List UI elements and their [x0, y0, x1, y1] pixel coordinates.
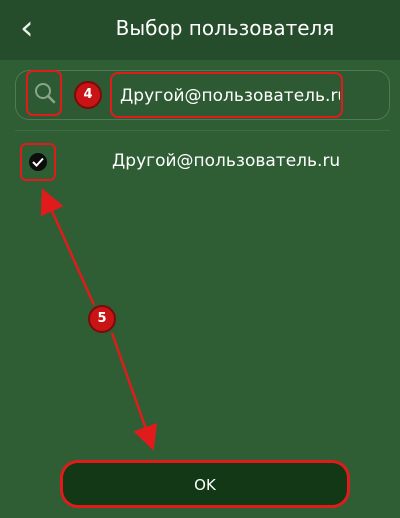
annotation-arrow-down	[110, 332, 158, 451]
ok-button[interactable]: OK	[60, 460, 350, 508]
annotation-arrows	[40, 188, 158, 451]
annotation-arrow-up	[40, 188, 96, 306]
ok-button-label: OK	[194, 476, 216, 494]
step-badge-5: 5	[88, 305, 116, 333]
user-select-screen: ‹ Выбор пользователя 4 Другой@пользовате…	[0, 0, 400, 518]
